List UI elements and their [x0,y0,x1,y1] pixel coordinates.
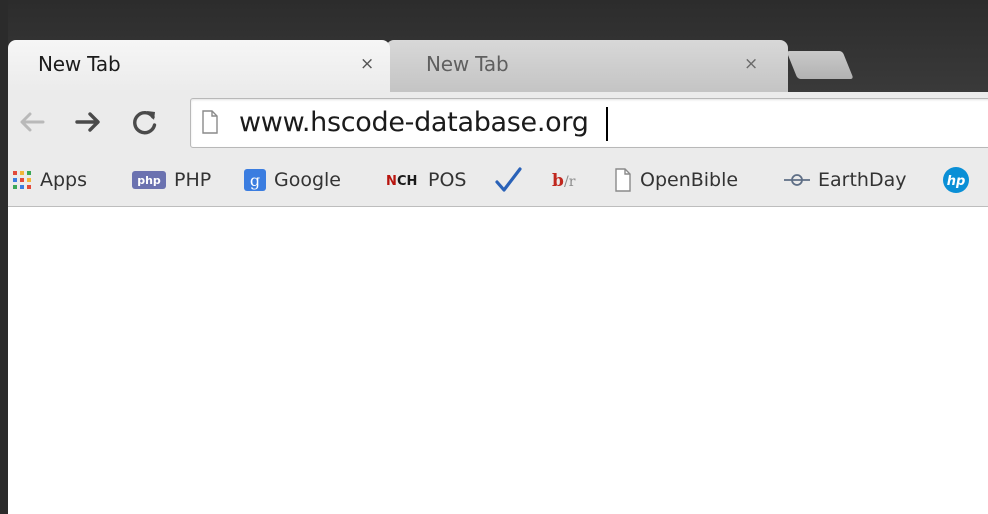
address-bar[interactable]: www.hscode-database.org [190,98,988,148]
google-icon: g [244,169,266,191]
svg-text:hp: hp [947,174,966,189]
hp-logo-icon: hp [942,166,970,194]
bookmark-apps[interactable]: Apps [12,154,87,206]
svg-text:/r: /r [564,174,576,190]
bookmark-label: OpenBible [640,169,739,191]
br-logo-icon: b /r [552,170,578,190]
reload-button[interactable] [128,105,162,139]
tab-label: New Tab [426,52,509,76]
bookmark-br[interactable]: b /r [552,154,586,206]
svg-text:g: g [250,171,260,190]
bookmark-earthday[interactable]: EarthDay [784,154,906,206]
bookmark-label: Google [274,169,342,191]
bookmark-php[interactable]: php PHP [132,154,211,206]
checkmark-icon [494,166,522,194]
tab-close-icon[interactable]: × [360,54,374,74]
tab-close-icon[interactable]: × [744,54,758,74]
svg-text:N: N [386,174,397,188]
tab-new-tab-active[interactable]: New Tab × [8,40,390,92]
nch-logo-icon: N CH [386,172,420,188]
url-text: www.hscode-database.org [239,107,589,138]
bookmark-label: POS [428,169,467,191]
bookmark-google[interactable]: g Google [244,154,341,206]
browser-window: New Tab × New Tab × www.hscode-database.… [0,0,988,514]
apps-grid-icon [12,170,32,190]
forward-button[interactable] [72,105,106,139]
page-content [8,207,988,514]
tab-label: New Tab [38,52,121,76]
bookmark-checkmark[interactable] [494,154,530,206]
back-button[interactable] [14,105,48,139]
bookmark-pos[interactable]: N CH POS [386,154,466,206]
svg-text:php: php [137,174,161,187]
svg-text:b: b [552,171,564,190]
tab-new-tab-inactive[interactable]: New Tab × [386,40,788,92]
bookmark-hp[interactable]: hp [942,154,978,206]
text-caret [606,107,608,141]
bookmark-openbible[interactable]: OpenBible [614,154,738,206]
bookmark-label: EarthDay [818,169,907,191]
bookmarks-bar: Apps php PHP g Google N CH POS b /r Open… [8,154,988,207]
back-arrow-icon [20,112,45,132]
bookmark-label: Apps [40,169,88,191]
earthday-icon [784,173,810,187]
reload-icon [133,111,157,135]
forward-arrow-icon [75,112,100,132]
bookmark-label: PHP [174,169,212,191]
php-logo-icon: php [132,171,166,189]
tab-strip: New Tab × New Tab × [0,0,988,94]
page-icon [614,168,632,192]
window-edge [0,0,8,514]
page-icon [201,110,219,138]
svg-text:CH: CH [397,174,417,188]
new-tab-button[interactable] [786,51,854,79]
